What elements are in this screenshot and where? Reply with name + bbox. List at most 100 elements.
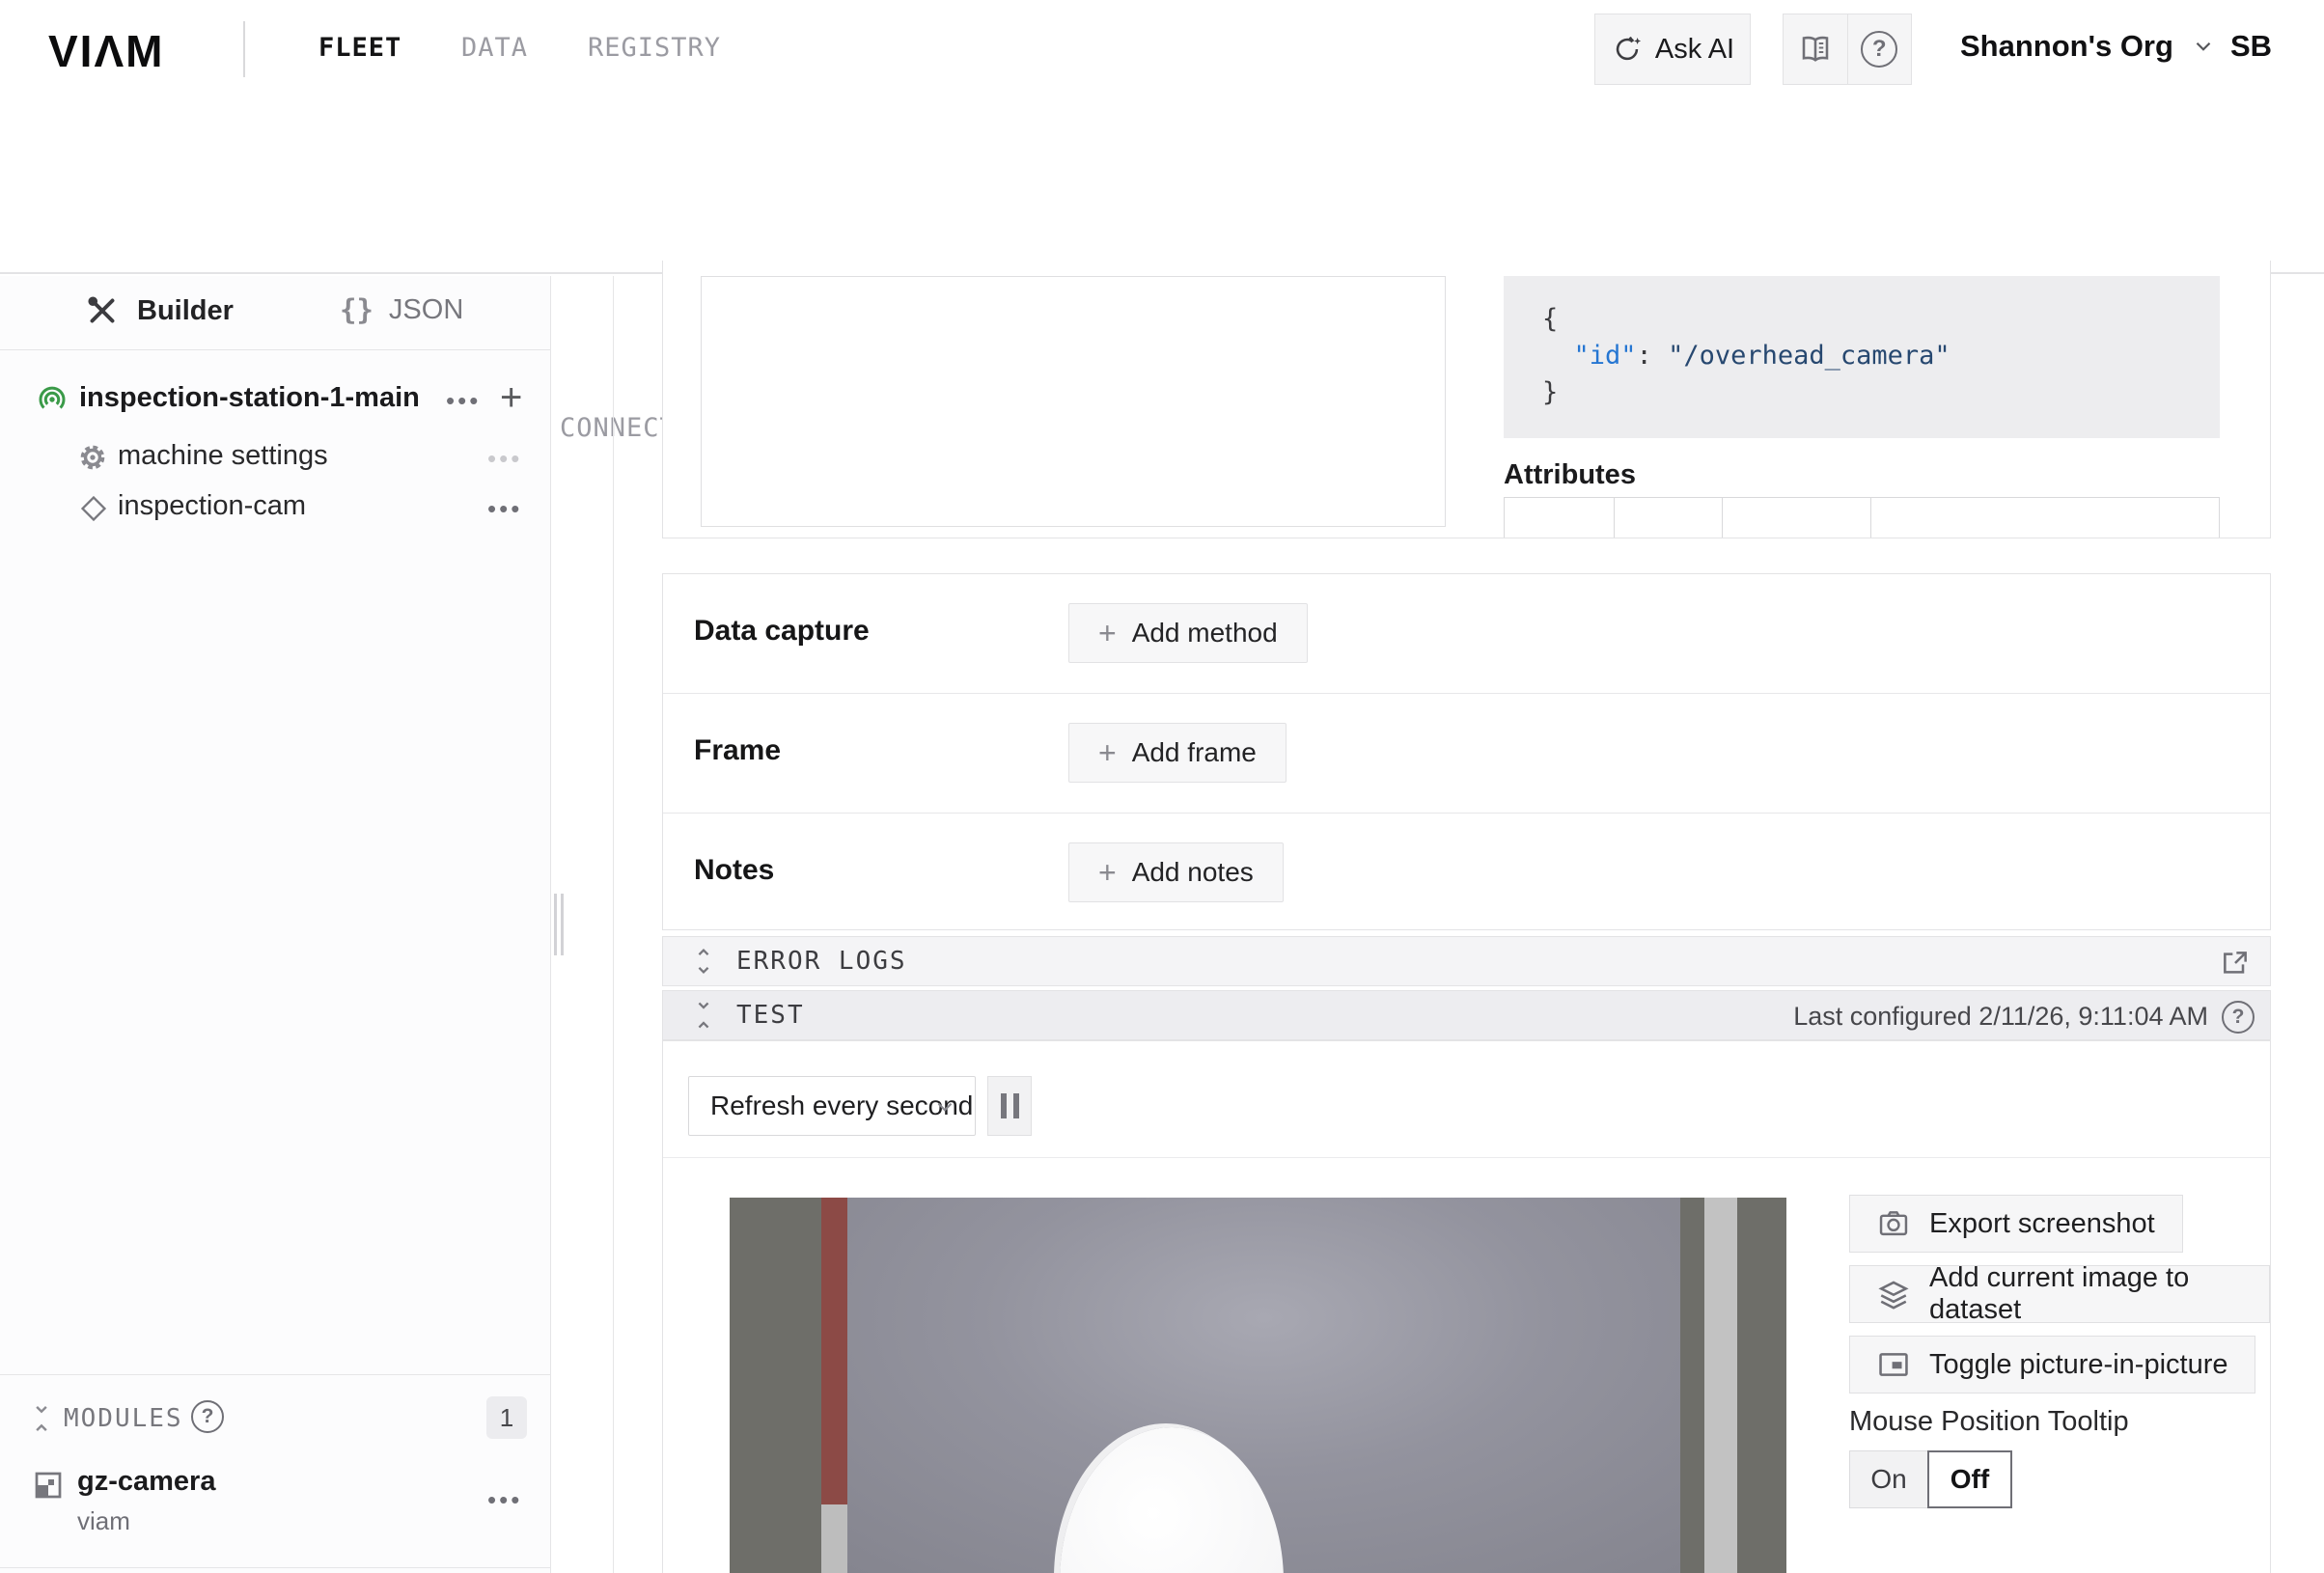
test-bar[interactable]: TEST Last configured 2/11/26, 9:11:04 AM… [662, 990, 2271, 1040]
frame-heading: Frame [694, 734, 781, 767]
component-sections-card: Data capture + Add method Frame + Add fr… [662, 573, 2271, 930]
test-help-icon[interactable]: ? [2222, 1001, 2255, 1034]
picture-in-picture-icon [1877, 1350, 1910, 1379]
json-code-block: { "id": "/overhead_camera" } [1504, 276, 2220, 438]
modules-section: MODULES ? 1 gz-camera viam ••• [0, 1374, 550, 1568]
error-logs-title: ERROR LOGS [736, 947, 907, 976]
tooltip-toggle-group: On Off [1849, 1450, 2012, 1508]
camera-pillar-base [821, 1504, 847, 1573]
camera-feed-image [730, 1198, 1786, 1573]
component-config-card: { "id": "/overhead_camera" } Attributes [662, 261, 2271, 538]
help-button[interactable]: ? [1848, 14, 1912, 84]
braces-icon: {} [340, 293, 374, 326]
tree-item-machine-part[interactable]: inspection-station-1-main ••• + [0, 373, 550, 427]
test-panel-divider [663, 1157, 2270, 1158]
help-icon: ? [1861, 31, 1897, 68]
export-screenshot-button[interactable]: Export screenshot [1849, 1195, 2183, 1253]
tools-icon [85, 293, 120, 328]
tree-item-inspection-cam[interactable]: inspection-cam ••• [0, 481, 550, 535]
modules-title: MODULES [64, 1404, 183, 1433]
sidebar-resize-handle[interactable] [554, 894, 566, 955]
top-navbar: VIΛM FLEET DATA REGISTRY Ask AI [0, 0, 2324, 98]
code-indent [1542, 341, 1574, 371]
machine-part-broadcast-icon [35, 382, 69, 417]
add-frame-button[interactable]: + Add frame [1068, 723, 1286, 783]
inspection-cam-menu-button[interactable]: ••• [487, 494, 522, 524]
open-logs-icon[interactable] [2220, 948, 2251, 979]
frame-section: Frame + Add frame [663, 693, 2270, 811]
error-logs-bar[interactable]: ERROR LOGS [662, 936, 2271, 986]
plus-icon: + [1098, 855, 1117, 891]
builder-mode-toggle[interactable]: Builder [85, 293, 234, 328]
machine-settings-menu-button[interactable]: ••• [487, 444, 522, 474]
code-open-brace: { [1542, 304, 1558, 334]
pause-refresh-button[interactable] [987, 1076, 1032, 1136]
add-notes-button[interactable]: + Add notes [1068, 842, 1284, 902]
attributes-table [1504, 497, 2220, 538]
notes-section: Notes + Add notes [663, 813, 2270, 929]
component-text-area[interactable] [701, 276, 1446, 527]
collapse-icon [27, 1402, 56, 1435]
attributes-table-column [1871, 498, 2219, 538]
code-key: "id" [1574, 341, 1637, 371]
add-to-dataset-button[interactable]: Add current image to dataset [1849, 1265, 2270, 1323]
nav-divider [243, 21, 245, 77]
machine-part-menu-button[interactable]: ••• [446, 386, 481, 416]
modules-header[interactable]: MODULES ? 1 [0, 1396, 550, 1443]
mouse-position-tooltip-label: Mouse Position Tooltip [1849, 1406, 2129, 1438]
data-capture-heading: Data capture [694, 615, 870, 648]
nav-link-registry[interactable]: REGISTRY [588, 33, 721, 63]
layers-icon [1877, 1278, 1910, 1311]
module-menu-button[interactable]: ••• [487, 1485, 522, 1515]
tab-connect[interactable]: CONNECT [560, 413, 677, 443]
module-item-gz-camera[interactable]: gz-camera viam ••• [0, 1464, 550, 1551]
last-configured-text: Last configured 2/11/26, 9:11:04 AM [1793, 1002, 2208, 1032]
camera-right-pillar [1704, 1198, 1737, 1573]
code-close-brace: } [1542, 377, 1558, 407]
add-component-button[interactable]: + [500, 376, 522, 420]
builder-label: Builder [137, 295, 234, 327]
nav-link-data[interactable]: DATA [461, 33, 528, 63]
viam-logo[interactable]: VIΛM [48, 25, 164, 77]
plus-icon: + [1098, 616, 1117, 651]
code-colon: : [1637, 341, 1669, 371]
modules-count-badge: 1 [486, 1396, 527, 1439]
plus-icon: + [1098, 735, 1117, 771]
expand-icon [690, 946, 717, 977]
module-org: viam [77, 1506, 130, 1536]
module-name: gz-camera [77, 1466, 215, 1498]
camera-room-background [847, 1198, 1680, 1573]
attributes-table-column [1615, 498, 1723, 538]
panel-divider [613, 276, 614, 1573]
refresh-rate-select[interactable]: Refresh every second [688, 1076, 976, 1136]
help-button-group: ? [1783, 14, 1912, 85]
ask-ai-label: Ask AI [1655, 34, 1734, 66]
component-diamond-icon [79, 494, 108, 523]
camera-left-wall [730, 1198, 821, 1573]
org-switcher[interactable]: Shannon's Org [1960, 29, 2216, 64]
nav-link-fleet[interactable]: FLEET [318, 33, 401, 63]
tooltip-on-button[interactable]: On [1849, 1450, 1928, 1508]
toggle-pip-button[interactable]: Toggle picture-in-picture [1849, 1336, 2255, 1394]
pause-icon [1001, 1093, 1007, 1118]
notes-heading: Notes [694, 854, 774, 887]
gear-icon [77, 442, 108, 473]
tree-item-machine-settings[interactable]: machine settings ••• [0, 430, 550, 484]
test-title: TEST [736, 1001, 805, 1030]
ask-ai-button[interactable]: Ask AI [1594, 14, 1751, 85]
tooltip-off-button[interactable]: Off [1927, 1450, 2012, 1508]
ai-sparkle-refresh-icon [1611, 33, 1644, 66]
chevron-down-icon [932, 1094, 957, 1119]
machine-settings-label: machine settings [118, 440, 328, 472]
data-capture-section: Data capture + Add method [663, 574, 2270, 692]
add-method-button[interactable]: + Add method [1068, 603, 1308, 663]
avatar[interactable]: SB [2230, 29, 2272, 64]
camera-red-pillar [821, 1198, 847, 1504]
modules-help-icon[interactable]: ? [191, 1400, 224, 1433]
json-label: JSON [389, 294, 463, 326]
docs-button[interactable] [1784, 14, 1848, 84]
json-mode-toggle[interactable]: {} JSON [340, 293, 463, 326]
book-icon [1798, 32, 1833, 67]
camera-icon [1877, 1209, 1910, 1238]
test-panel-card: Refresh every second [662, 1040, 2271, 1573]
